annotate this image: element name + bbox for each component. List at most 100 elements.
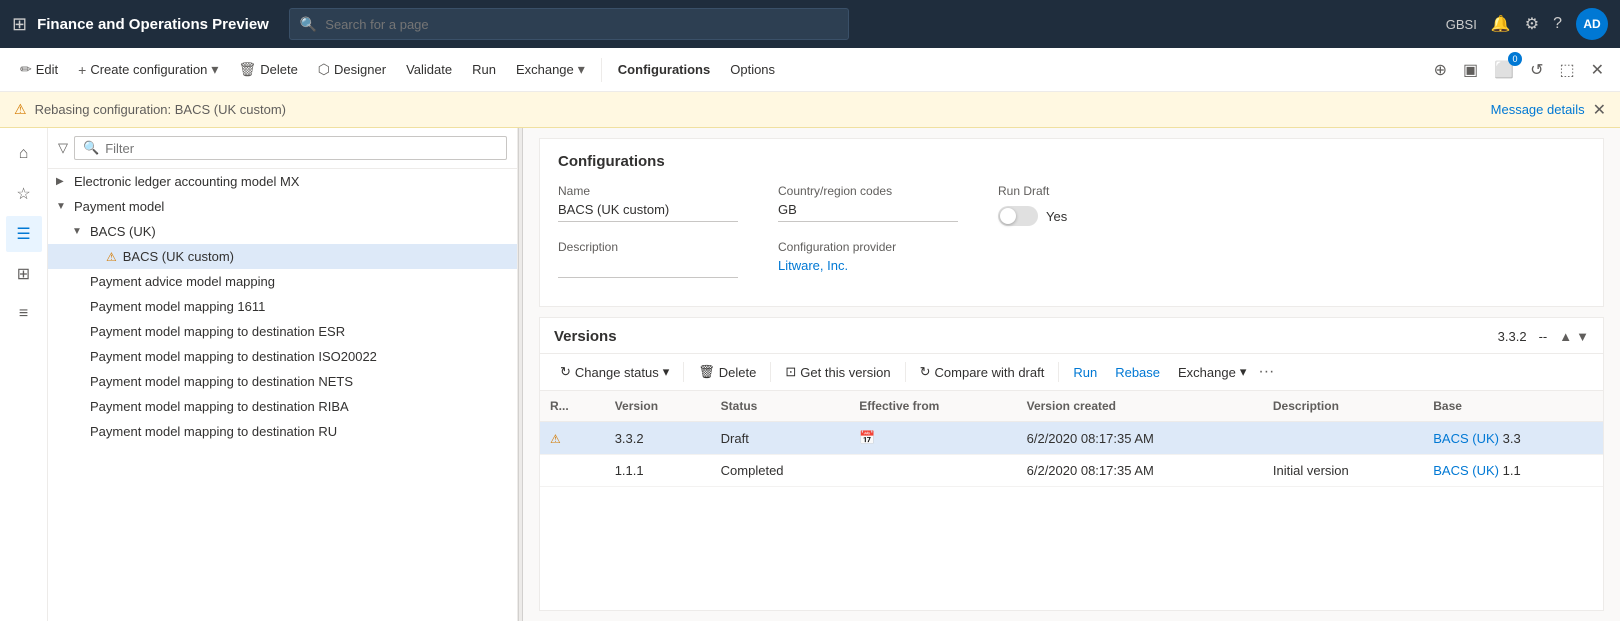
help-icon[interactable]: ? [1553,15,1562,33]
country-value: GB [778,202,958,222]
tree-item-label: Payment model [74,199,164,214]
cell-created: 6/2/2020 08:17:35 AM [1017,455,1263,487]
tree-chevron-icon: ▼ [56,201,70,212]
table-row[interactable]: 1.1.1 Completed 6/2/2020 08:17:35 AM Ini… [540,455,1603,487]
tree-item[interactable]: Payment model mapping to destination NET… [48,369,517,394]
options-button[interactable]: Options [722,56,783,83]
search-icon: 🔍 [300,16,317,33]
tree-item[interactable]: Payment model mapping 1611 [48,294,517,319]
run-draft-field: Run Draft Yes [998,184,1178,226]
configurations-section-title: Configurations [558,153,1585,170]
run-button[interactable]: Run [464,56,504,83]
refresh-icon[interactable]: ↺ [1526,56,1547,84]
tree-item-label: Payment model mapping to destination RU [90,424,337,439]
get-version-icon: ⊡ [785,364,796,380]
nav-up-icon[interactable]: ▲ [1559,329,1572,344]
close-icon[interactable]: ✕ [1587,56,1608,84]
tree-item[interactable]: Payment model mapping to destination RU [48,419,517,444]
provider-link[interactable]: Litware, Inc. [778,258,958,273]
tree-item[interactable]: ⚠BACS (UK custom) [48,244,517,269]
tree-item[interactable]: Payment model mapping to destination ISO… [48,344,517,369]
cell-warn [540,455,605,487]
right-icons: ⊕ ▣ ⬜ 0 ↺ ⬚ ✕ [1430,56,1608,84]
versions-exchange-button[interactable]: Exchange ▾ [1172,360,1252,384]
separator-1 [601,58,602,82]
panel-icon[interactable]: ▣ [1459,56,1482,84]
rebase-button[interactable]: Rebase [1109,361,1166,384]
tree-item[interactable]: Payment model mapping to destination ESR [48,319,517,344]
avatar[interactable]: AD [1576,8,1608,40]
tree-item[interactable]: ▶Electronic ledger accounting model MX [48,169,517,194]
edit-button[interactable]: ✏ Edit [12,55,66,84]
sidebar-grid-icon[interactable]: ⊞ [6,256,42,292]
sidebar-icons: ⌂ ☆ ☰ ⊞ ≡ [0,128,48,621]
tree-item[interactable]: ▼ Payment model [48,194,517,219]
filter-icon[interactable]: ⊕ [1430,56,1451,84]
tree-item[interactable]: ▼ BACS (UK) [48,219,517,244]
search-input[interactable] [325,17,838,32]
cell-description: Initial version [1263,455,1423,487]
notifications-icon[interactable]: 🔔 [1491,14,1511,34]
name-value: BACS (UK custom) [558,202,738,222]
versions-title: Versions [554,328,1494,345]
cell-effective [849,455,1016,487]
filter-search-icon: 🔍 [83,140,99,156]
sidebar-report-icon[interactable]: ≡ [6,296,42,332]
grid-icon[interactable]: ⊞ [12,14,27,35]
tree-item[interactable]: Payment advice model mapping [48,269,517,294]
change-status-button[interactable]: ↻ Change status ▾ [554,360,675,384]
col-header-base: Base [1423,391,1603,422]
filter-input[interactable] [105,141,498,156]
tree-item-label: Payment advice model mapping [90,274,275,289]
compare-with-draft-button[interactable]: ↻ Compare with draft [914,360,1051,384]
row-warning-icon: ⚠ [550,432,561,446]
alert-message: Rebasing configuration: BACS (UK custom) [35,102,286,117]
nav-down-icon[interactable]: ▼ [1576,329,1589,344]
alert-close-button[interactable]: ✕ [1593,100,1606,120]
run-draft-toggle[interactable] [998,206,1038,226]
versions-run-button[interactable]: Run [1067,361,1103,384]
validate-button[interactable]: Validate [398,56,460,83]
base-link[interactable]: BACS (UK) [1433,463,1499,478]
col-header-r: R... [540,391,605,422]
table-row[interactable]: ⚠ 3.3.2 Draft 📅 6/2/2020 08:17:35 AM BAC… [540,422,1603,455]
badge-icon[interactable]: ⬜ 0 [1490,56,1518,84]
tree-item-label: Electronic ledger accounting model MX [74,174,299,189]
tree-filter-icon[interactable]: ▽ [58,140,68,156]
user-label: GBSI [1446,17,1477,32]
base-link[interactable]: BACS (UK) [1433,431,1499,446]
cell-status: Completed [711,455,850,487]
cell-status: Draft [711,422,850,455]
alert-bar: ⚠ Rebasing configuration: BACS (UK custo… [0,92,1620,128]
versions-delete-button[interactable]: 🗑 Delete [692,360,762,384]
tree-item-label: Payment model mapping to destination NET… [90,374,353,389]
message-details-link[interactable]: Message details [1491,102,1585,117]
tree-warning-icon: ⚠ [106,250,117,264]
tree-chevron-icon: ▼ [72,226,86,237]
sidebar-star-icon[interactable]: ☆ [6,176,42,212]
calendar-icon[interactable]: 📅 [859,430,875,445]
tree-item-label: BACS (UK) [90,224,156,239]
designer-button[interactable]: ⬡ Designer [310,55,394,84]
v-sep-1 [683,362,684,382]
exchange-button[interactable]: Exchange ▾ [508,55,593,84]
v-sep-3 [905,362,906,382]
get-this-version-button[interactable]: ⊡ Get this version [779,360,896,384]
sidebar-home-icon[interactable]: ⌂ [6,136,42,172]
provider-label: Configuration provider [778,240,958,254]
more-options-icon[interactable]: ··· [1258,363,1274,381]
sidebar-list-icon[interactable]: ☰ [6,216,42,252]
configurations-button[interactable]: Configurations [610,56,718,83]
settings-icon[interactable]: ⚙ [1525,14,1539,34]
tree-item[interactable]: Payment model mapping to destination RIB… [48,394,517,419]
versions-section: Versions 3.3.2 -- ▲ ▼ ↻ Change status ▾ … [539,317,1604,611]
cell-effective: 📅 [849,422,1016,455]
tree-item-label: Payment model mapping 1611 [90,299,265,314]
create-configuration-button[interactable]: + Create configuration ▾ [70,55,226,84]
delete-button[interactable]: 🗑 Delete [230,55,305,84]
filter-input-wrap[interactable]: 🔍 [74,136,507,160]
fields-row-1: Name BACS (UK custom) Country/region cod… [558,184,1585,226]
versions-nav: ▲ ▼ [1559,329,1589,344]
search-bar[interactable]: 🔍 [289,8,849,40]
expand-icon[interactable]: ⬚ [1555,56,1578,84]
